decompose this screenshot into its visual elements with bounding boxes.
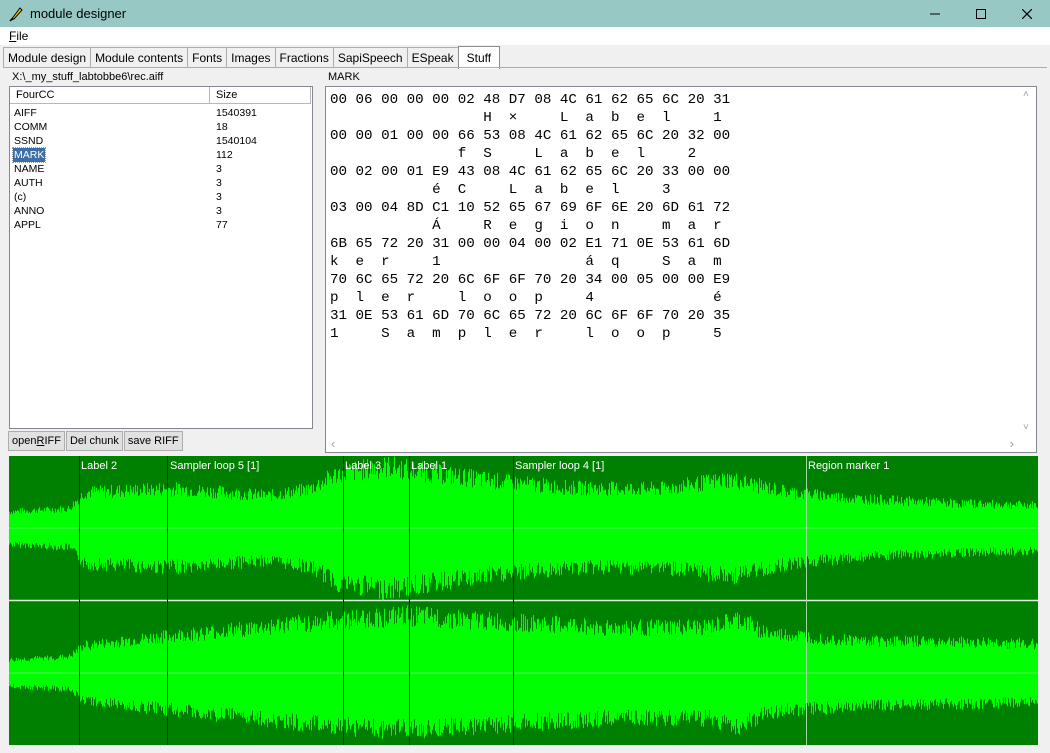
- scroll-up-arrow-icon[interactable]: ˄: [1023, 89, 1029, 100]
- chunk-size: 18: [216, 121, 228, 133]
- scroll-down-arrow-icon[interactable]: ˅: [1023, 422, 1029, 433]
- tab-divider: [3, 67, 1047, 68]
- list-item[interactable]: AUTH 3: [10, 176, 312, 190]
- horizontal-scrollbar[interactable]: ‹ ›: [326, 435, 1019, 452]
- chunk-fourcc: MARK: [11, 147, 47, 163]
- close-icon: [1022, 8, 1032, 19]
- chunk-size: 3: [216, 163, 222, 175]
- tab-strip: Module design Module contents Fonts Imag…: [3, 46, 501, 69]
- minimize-button[interactable]: [912, 0, 958, 27]
- list-item-selected[interactable]: MARK 112: [10, 147, 312, 163]
- close-button[interactable]: [1004, 0, 1050, 27]
- chunk-fourcc: AIFF: [14, 107, 37, 119]
- chunk-size: 3: [216, 177, 222, 189]
- marker-label-label-1[interactable]: Label 1: [411, 460, 447, 472]
- vertical-scrollbar[interactable]: ˄ ˅: [1019, 87, 1036, 435]
- tab-module-design[interactable]: Module design: [3, 47, 92, 68]
- tab-images[interactable]: Images: [226, 47, 276, 68]
- marker-label-region-marker-1[interactable]: Region marker 1: [808, 460, 889, 472]
- marker-label-sampler-loop-4[interactable]: Sampler loop 4 [1]: [515, 460, 604, 472]
- chunk-size: 3: [216, 191, 222, 203]
- list-item[interactable]: ANNO 3: [10, 204, 312, 218]
- maximize-button[interactable]: [958, 0, 1004, 27]
- list-item[interactable]: SSND 1540104: [10, 134, 312, 148]
- chunk-size: 1540391: [216, 107, 257, 119]
- chunk-title: MARK: [328, 71, 360, 83]
- chunk-size: 112: [216, 149, 233, 161]
- tab-fractions[interactable]: Fractions: [274, 47, 334, 68]
- save-riff-button[interactable]: save RIFF: [123, 431, 183, 451]
- list-item[interactable]: NAME 3: [10, 162, 312, 176]
- tab-fonts[interactable]: Fonts: [187, 47, 228, 68]
- scroll-left-arrow-icon[interactable]: ‹: [331, 436, 335, 451]
- marker-label-label-3[interactable]: Label 3: [345, 460, 381, 472]
- chunk-button-row: open R IFF Del chunk save RIFF: [8, 431, 184, 451]
- hex-view[interactable]: 00 06 00 00 00 02 48 D7 08 4C 61 62 65 6…: [325, 86, 1037, 453]
- list-item[interactable]: AIFF 1540391: [10, 106, 312, 120]
- chunk-list[interactable]: FourCC Size AIFF 1540391 COMM 18 SSND 15401…: [9, 86, 313, 429]
- tab-stuff[interactable]: Stuff: [457, 46, 501, 69]
- list-item[interactable]: (c) 3: [10, 190, 312, 204]
- window-title: module designer: [30, 6, 127, 21]
- scroll-right-arrow-icon[interactable]: ›: [1010, 436, 1014, 451]
- open-riff-label-accel: R: [36, 435, 45, 447]
- list-item[interactable]: APPL 77: [10, 218, 312, 232]
- chunk-fourcc: (c): [14, 191, 27, 203]
- chunk-fourcc: ANNO: [14, 205, 45, 217]
- hex-dump-text: 00 06 00 00 00 02 48 D7 08 4C 61 62 65 6…: [330, 92, 731, 342]
- waveform-view[interactable]: Label 2 Sampler loop 5 [1] Label 3 Label…: [9, 456, 1038, 745]
- list-item[interactable]: COMM 18: [10, 120, 312, 134]
- column-header-size[interactable]: Size: [210, 87, 311, 104]
- chunk-fourcc: COMM: [14, 121, 48, 133]
- chunk-size: 77: [216, 219, 228, 231]
- open-riff-label-b: IFF: [44, 435, 61, 447]
- open-riff-label-a: open: [12, 435, 37, 447]
- tab-espeak[interactable]: ESpeak: [406, 47, 459, 68]
- chunk-size: 1540104: [216, 135, 257, 147]
- column-header-fourcc[interactable]: FourCC: [10, 87, 210, 104]
- chunk-fourcc: APPL: [14, 219, 41, 231]
- marker-label-sampler-loop-5[interactable]: Sampler loop 5 [1]: [170, 460, 259, 472]
- chunk-list-header: FourCC Size: [10, 87, 312, 104]
- minimize-icon: [930, 13, 940, 14]
- menu-bar: File: [0, 27, 1050, 45]
- title-bar: module designer: [0, 0, 1050, 27]
- menu-file[interactable]: File: [9, 29, 28, 43]
- chunk-fourcc: AUTH: [14, 177, 43, 189]
- waveform-canvas[interactable]: [9, 456, 1038, 745]
- del-chunk-button[interactable]: Del chunk: [65, 431, 123, 451]
- app-feather-icon[interactable]: [7, 5, 25, 23]
- menu-file-rest: ile: [16, 29, 29, 43]
- tab-module-contents[interactable]: Module contents: [90, 47, 189, 68]
- chunk-size: 3: [216, 205, 222, 217]
- open-riff-button[interactable]: open R IFF: [8, 431, 65, 451]
- chunk-list-rows: AIFF 1540391 COMM 18 SSND 1540104 MARK 112 N…: [10, 106, 312, 232]
- chunk-fourcc: NAME: [14, 163, 45, 175]
- chunk-fourcc: SSND: [14, 135, 44, 147]
- file-path-label: X:\_my_stuff_labtobbe6\rec.aiff: [12, 71, 164, 83]
- marker-label-label-2[interactable]: Label 2: [81, 460, 117, 472]
- tab-sapispeech[interactable]: SapiSpeech: [332, 47, 408, 68]
- maximize-icon: [976, 8, 986, 19]
